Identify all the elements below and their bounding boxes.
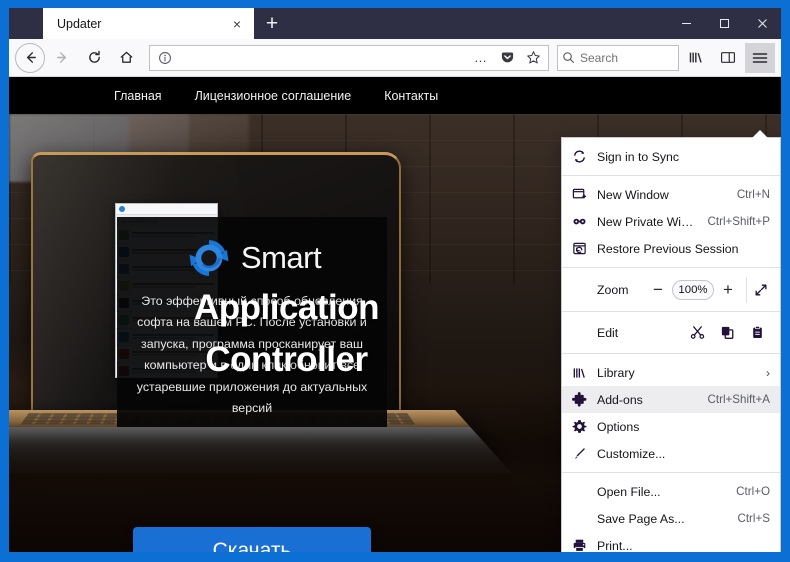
edit-control-row: Edit	[562, 317, 780, 348]
gear-icon	[571, 418, 588, 435]
inner-app-logo-icon	[119, 206, 125, 212]
scissors-icon[interactable]	[682, 320, 712, 346]
inner-app-titlebar	[116, 204, 217, 215]
menu-item-shortcut: Ctrl+O	[736, 485, 770, 498]
menu-item-label: Options	[597, 420, 770, 434]
maximize-button[interactable]	[705, 8, 743, 39]
tab-title: Updater	[57, 17, 228, 31]
web-page-content: Главная Лицензионное соглашение Контакты…	[9, 77, 781, 552]
desktop-window-frame: Updater × +	[0, 0, 790, 562]
zoom-label: Zoom	[571, 283, 644, 297]
search-icon	[562, 51, 575, 64]
promo-description: Это эффективный способ обновления софта …	[127, 291, 377, 420]
site-nav-link-home[interactable]: Главная	[114, 89, 162, 103]
copy-icon[interactable]	[712, 320, 742, 346]
new-tab-button[interactable]: +	[254, 8, 290, 39]
home-icon[interactable]	[111, 43, 141, 73]
library-icon[interactable]	[681, 43, 711, 73]
window-close-button[interactable]	[743, 8, 781, 39]
menu-item-shortcut: Ctrl+Shift+A	[707, 393, 770, 406]
menu-separator	[562, 353, 780, 354]
menu-item-print[interactable]: Print...	[562, 532, 780, 552]
menu-separator	[562, 472, 780, 473]
sync-icon	[571, 148, 588, 165]
menu-item-label: Save Page As...	[597, 512, 728, 526]
site-nav-link-contacts[interactable]: Контакты	[384, 89, 438, 103]
menu-item-library[interactable]: Library ›	[562, 359, 780, 386]
menu-separator	[562, 311, 780, 312]
promo-logo-text: Smart	[241, 240, 321, 276]
menu-item-label: Restore Previous Session	[597, 242, 770, 256]
menu-item-new-window[interactable]: New Window Ctrl+N	[562, 181, 780, 208]
minimize-button[interactable]	[667, 8, 705, 39]
promo-panel: Smart Это эффективный способ обновления …	[117, 217, 387, 427]
library-icon	[571, 364, 588, 381]
menu-item-shortcut: Ctrl+S	[737, 512, 770, 525]
zoom-control-row: Zoom − 100% +	[562, 273, 780, 306]
back-icon[interactable]	[15, 43, 45, 73]
zoom-out-button[interactable]: −	[644, 277, 672, 303]
browser-tab-updater[interactable]: Updater ×	[43, 8, 254, 39]
url-bar[interactable]: …	[149, 45, 549, 71]
menu-item-label: Open File...	[597, 485, 727, 499]
tab-strip-left-padding	[9, 8, 43, 39]
menu-item-label: Sign in to Sync	[597, 150, 770, 164]
menu-item-save-page-as[interactable]: Save Page As... Ctrl+S	[562, 505, 780, 532]
sync-arrows-icon	[183, 232, 235, 284]
menu-item-label: Print...	[597, 539, 770, 553]
menu-item-open-file[interactable]: Open File... Ctrl+O	[562, 478, 780, 505]
menu-item-customize[interactable]: Customize...	[562, 440, 780, 467]
brush-icon	[571, 445, 588, 462]
menu-item-shortcut: Ctrl+Shift+P	[707, 215, 770, 228]
search-bar[interactable]: Search	[557, 45, 679, 71]
menu-item-add-ons[interactable]: Add-ons Ctrl+Shift+A	[562, 386, 780, 413]
navigation-toolbar: … Search	[9, 39, 781, 77]
blank-icon	[571, 510, 588, 527]
menu-item-new-private-window[interactable]: New Private Window Ctrl+Shift+P	[562, 208, 780, 235]
page-info-icon[interactable]	[154, 47, 176, 69]
menu-separator	[562, 175, 780, 176]
menu-item-shortcut: Ctrl+N	[737, 188, 770, 201]
browser-window: Updater × +	[9, 8, 781, 552]
reload-icon[interactable]	[79, 43, 109, 73]
site-nav-link-license[interactable]: Лицензионное соглашение	[195, 89, 352, 103]
private-window-icon	[571, 213, 588, 230]
menu-item-label: New Private Window	[597, 215, 698, 229]
edit-label: Edit	[571, 326, 682, 340]
chevron-right-icon: ›	[766, 366, 770, 380]
zoom-level-value[interactable]: 100%	[672, 280, 714, 300]
tab-strip: Updater × +	[9, 8, 781, 39]
sidebar-icon[interactable]	[713, 43, 743, 73]
bookmark-star-icon[interactable]	[522, 47, 544, 69]
search-input[interactable]: Search	[580, 51, 618, 65]
pocket-icon[interactable]	[496, 47, 518, 69]
forward-icon[interactable]	[47, 43, 77, 73]
site-navigation-bar: Главная Лицензионное соглашение Контакты	[9, 77, 781, 114]
puzzle-icon	[571, 391, 588, 408]
zoom-in-button[interactable]: +	[714, 277, 742, 303]
menu-item-options[interactable]: Options	[562, 413, 780, 440]
menu-item-label: Add-ons	[597, 393, 698, 407]
hamburger-menu-icon[interactable]	[745, 43, 775, 73]
menu-item-label: Library	[597, 366, 757, 380]
menu-item-label: Customize...	[597, 447, 770, 461]
close-icon[interactable]: ×	[228, 15, 246, 33]
restore-session-icon	[571, 240, 588, 257]
printer-icon	[571, 537, 588, 552]
menu-item-restore-previous-session[interactable]: Restore Previous Session	[562, 235, 780, 262]
menu-item-sign-in-to-sync[interactable]: Sign in to Sync	[562, 143, 780, 170]
menu-separator	[562, 267, 780, 268]
download-button[interactable]: Скачать	[133, 527, 371, 552]
fullscreen-icon[interactable]	[746, 277, 774, 303]
application-menu-panel: Sign in to Sync New Window Ctrl+N New Pr…	[561, 137, 781, 552]
blank-icon	[571, 483, 588, 500]
menu-item-label: New Window	[597, 188, 728, 202]
page-actions-icon[interactable]: …	[470, 47, 492, 69]
new-window-icon	[571, 186, 588, 203]
window-controls	[667, 8, 781, 39]
promo-logo-row: Smart	[127, 229, 377, 287]
clipboard-icon[interactable]	[742, 320, 772, 346]
